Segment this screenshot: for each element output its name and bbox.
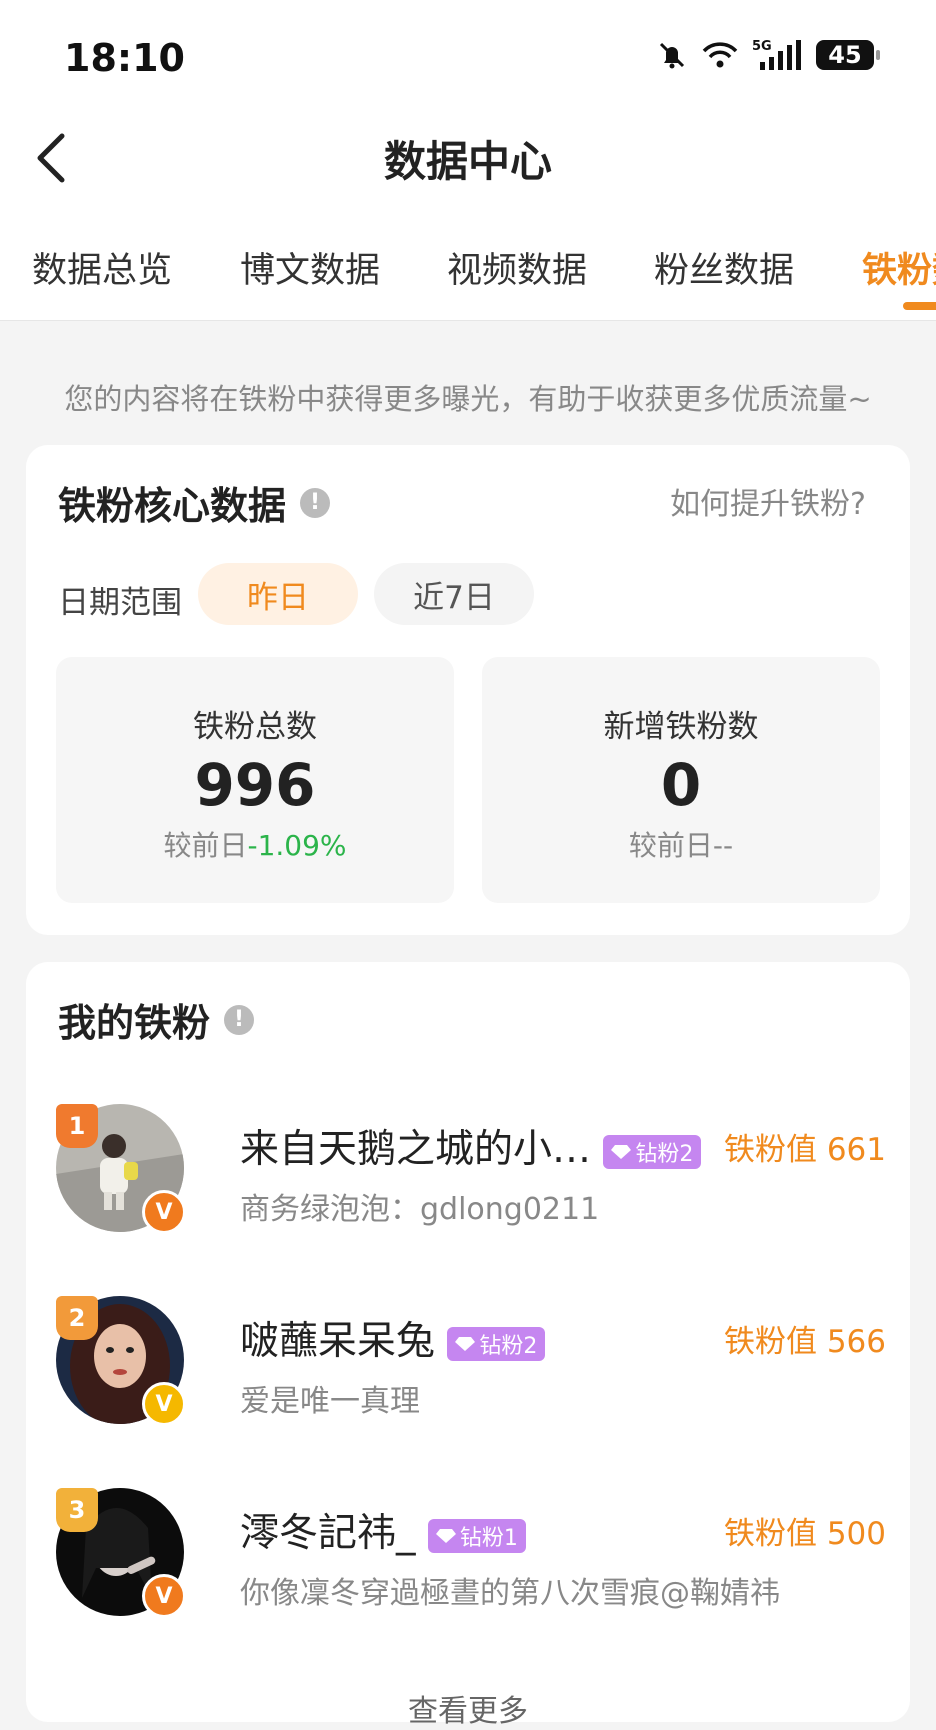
- fan-name-line: 啵蘸呆呆兔 钻粉2: [240, 1310, 546, 1366]
- fan-row[interactable]: 3 V 澪冬記祎_ 钻粉1 铁粉值 500 你像凜冬穿過極晝的第八次雪痕@鞠婧祎: [56, 1488, 886, 1618]
- date-option-yesterday[interactable]: 昨日: [198, 563, 358, 625]
- core-title-label: 铁粉核心数据: [58, 484, 287, 528]
- tab-indicator: [903, 302, 936, 310]
- signal-5g-icon: 5G: [752, 39, 801, 70]
- stat-new-fans: 新增铁粉数 0 较前日--: [482, 657, 880, 903]
- stat-label: 新增铁粉数: [603, 709, 759, 745]
- verified-badge-icon: V: [142, 1190, 186, 1234]
- view-more-link[interactable]: 查看更多: [26, 1686, 910, 1730]
- compare-value: -1.09%: [247, 829, 347, 862]
- core-data-card: 铁粉核心数据 ! 如何提升铁粉? 日期范围 昨日 近7日 铁粉总数 996 较前…: [26, 445, 910, 935]
- level-text: 钻粉1: [459, 1525, 518, 1551]
- tab-iron-fans[interactable]: 铁粉数据: [862, 242, 936, 293]
- stat-value: 0: [660, 751, 702, 819]
- rank-badge: 2: [56, 1296, 98, 1340]
- battery-icon: 45: [816, 40, 880, 70]
- mute-icon: [659, 42, 685, 69]
- fan-name-line: 来自天鹅之城的小… 钻粉2: [240, 1118, 702, 1174]
- stat-compare: 较前日--: [482, 824, 880, 864]
- fan-bio: 爱是唯一真理: [240, 1384, 420, 1419]
- date-range-label: 日期范围: [58, 585, 182, 621]
- fan-name[interactable]: 来自天鹅之城的小…: [240, 1127, 591, 1172]
- rank-badge: 1: [56, 1104, 98, 1148]
- fan-name[interactable]: 啵蘸呆呆兔: [240, 1319, 435, 1364]
- stat-compare: 较前日-1.09%: [56, 824, 454, 864]
- page-title: 数据中心: [383, 137, 552, 186]
- tab-followers[interactable]: 粉丝数据: [654, 242, 794, 293]
- svg-text:5G: 5G: [752, 39, 772, 54]
- compare-prefix: 较前日: [163, 829, 248, 862]
- rank-badge: 3: [56, 1488, 98, 1532]
- date-option-7days[interactable]: 近7日: [374, 563, 534, 625]
- level-text: 钻粉2: [635, 1141, 694, 1167]
- wifi-icon: [702, 42, 738, 68]
- stat-total-fans: 铁粉总数 996 较前日-1.09%: [56, 657, 454, 903]
- info-icon[interactable]: !: [300, 487, 331, 518]
- my-fans-title: 我的铁粉 !: [58, 992, 255, 1047]
- fan-row[interactable]: 1 V 来自天鹅之城的小… 钻粉2 铁粉值 661 商务绿泡泡：gdlong02…: [56, 1104, 886, 1234]
- diamond-icon: [455, 1336, 476, 1351]
- stat-value: 996: [194, 751, 316, 819]
- help-link[interactable]: 如何提升铁粉?: [670, 479, 866, 523]
- status-time: 18:10: [64, 36, 185, 80]
- fan-bio: 你像凜冬穿過極晝的第八次雪痕@鞠婧祎: [240, 1576, 780, 1611]
- my-fans-card: 我的铁粉 ! 1 V 来自天鹅之城的小… 钻粉2 铁粉值 661 商务绿泡泡：g…: [26, 962, 910, 1729]
- fan-bio: 商务绿泡泡：gdlong0211: [240, 1192, 600, 1227]
- info-icon[interactable]: !: [224, 1004, 255, 1035]
- status-icons: 5G 45: [656, 38, 880, 72]
- fan-value: 铁粉值 566: [723, 1324, 886, 1360]
- fan-name-line: 澪冬記祎_ 钻粉1: [240, 1502, 526, 1558]
- my-fans-title-label: 我的铁粉: [58, 1001, 211, 1045]
- fan-name[interactable]: 澪冬記祎_: [240, 1511, 416, 1556]
- fan-value: 铁粉值 661: [723, 1132, 886, 1168]
- level-badge: 钻粉2: [447, 1326, 546, 1361]
- tab-video[interactable]: 视频数据: [447, 242, 587, 293]
- top-area: 18:10 5G 45 数据中心 数据总览 博文数据 视频数据 粉丝数据 铁粉数…: [0, 0, 936, 321]
- level-badge: 钻粉2: [603, 1134, 702, 1169]
- level-badge: 钻粉1: [427, 1518, 526, 1553]
- diamond-icon: [611, 1144, 632, 1159]
- verified-badge-icon: V: [142, 1382, 186, 1426]
- compare-prefix: 较前日: [628, 829, 713, 862]
- diamond-icon: [435, 1528, 456, 1543]
- level-text: 钻粉2: [479, 1333, 538, 1359]
- compare-value: --: [712, 829, 734, 862]
- tab-bar: 数据总览 博文数据 视频数据 粉丝数据 铁粉数据: [0, 242, 936, 321]
- fan-row[interactable]: 2 V 啵蘸呆呆兔 钻粉2 铁粉值 566 爱是唯一真理: [56, 1296, 886, 1426]
- notice-text: 您的内容将在铁粉中获得更多曝光，有助于收获更多优质流量~: [64, 382, 872, 416]
- verified-badge-icon: V: [142, 1574, 186, 1618]
- fan-value: 铁粉值 500: [723, 1516, 886, 1552]
- tab-posts[interactable]: 博文数据: [240, 242, 380, 293]
- tab-overview[interactable]: 数据总览: [32, 242, 172, 293]
- core-title: 铁粉核心数据 !: [58, 475, 331, 530]
- stat-label: 铁粉总数: [193, 709, 317, 745]
